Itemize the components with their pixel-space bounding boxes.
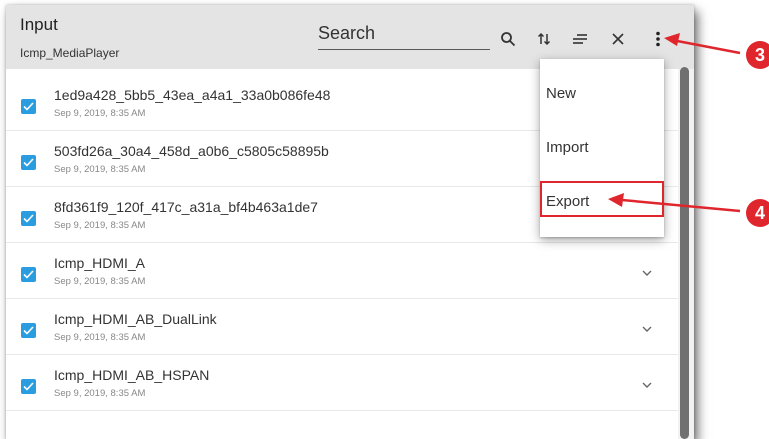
callout-badge-4: 4 bbox=[746, 199, 769, 227]
callout-badge-3: 3 bbox=[746, 41, 769, 69]
callout-arrows bbox=[608, 33, 741, 213]
